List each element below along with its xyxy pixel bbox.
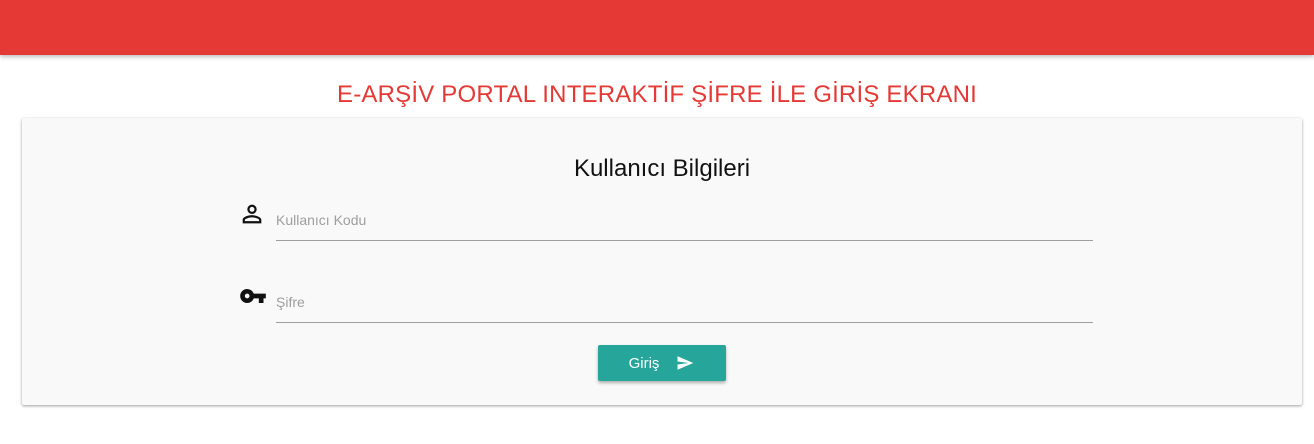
login-button[interactable]: Giriş [598,345,726,381]
login-button-label: Giriş [628,354,660,372]
username-field-group [242,200,1093,241]
username-input[interactable] [276,200,1093,241]
key-icon [238,282,266,310]
send-icon [675,354,695,372]
top-header-bar [0,0,1314,55]
person-icon [238,200,266,228]
password-input[interactable] [276,282,1093,323]
password-field-group [240,282,1093,323]
page-title: E-ARŞİV PORTAL INTERAKTİF ŞİFRE İLE GİRİ… [337,81,977,108]
card-heading: Kullanıcı Bilgileri [573,155,751,182]
login-card: Kullanıcı Bilgileri Giriş [22,118,1302,405]
